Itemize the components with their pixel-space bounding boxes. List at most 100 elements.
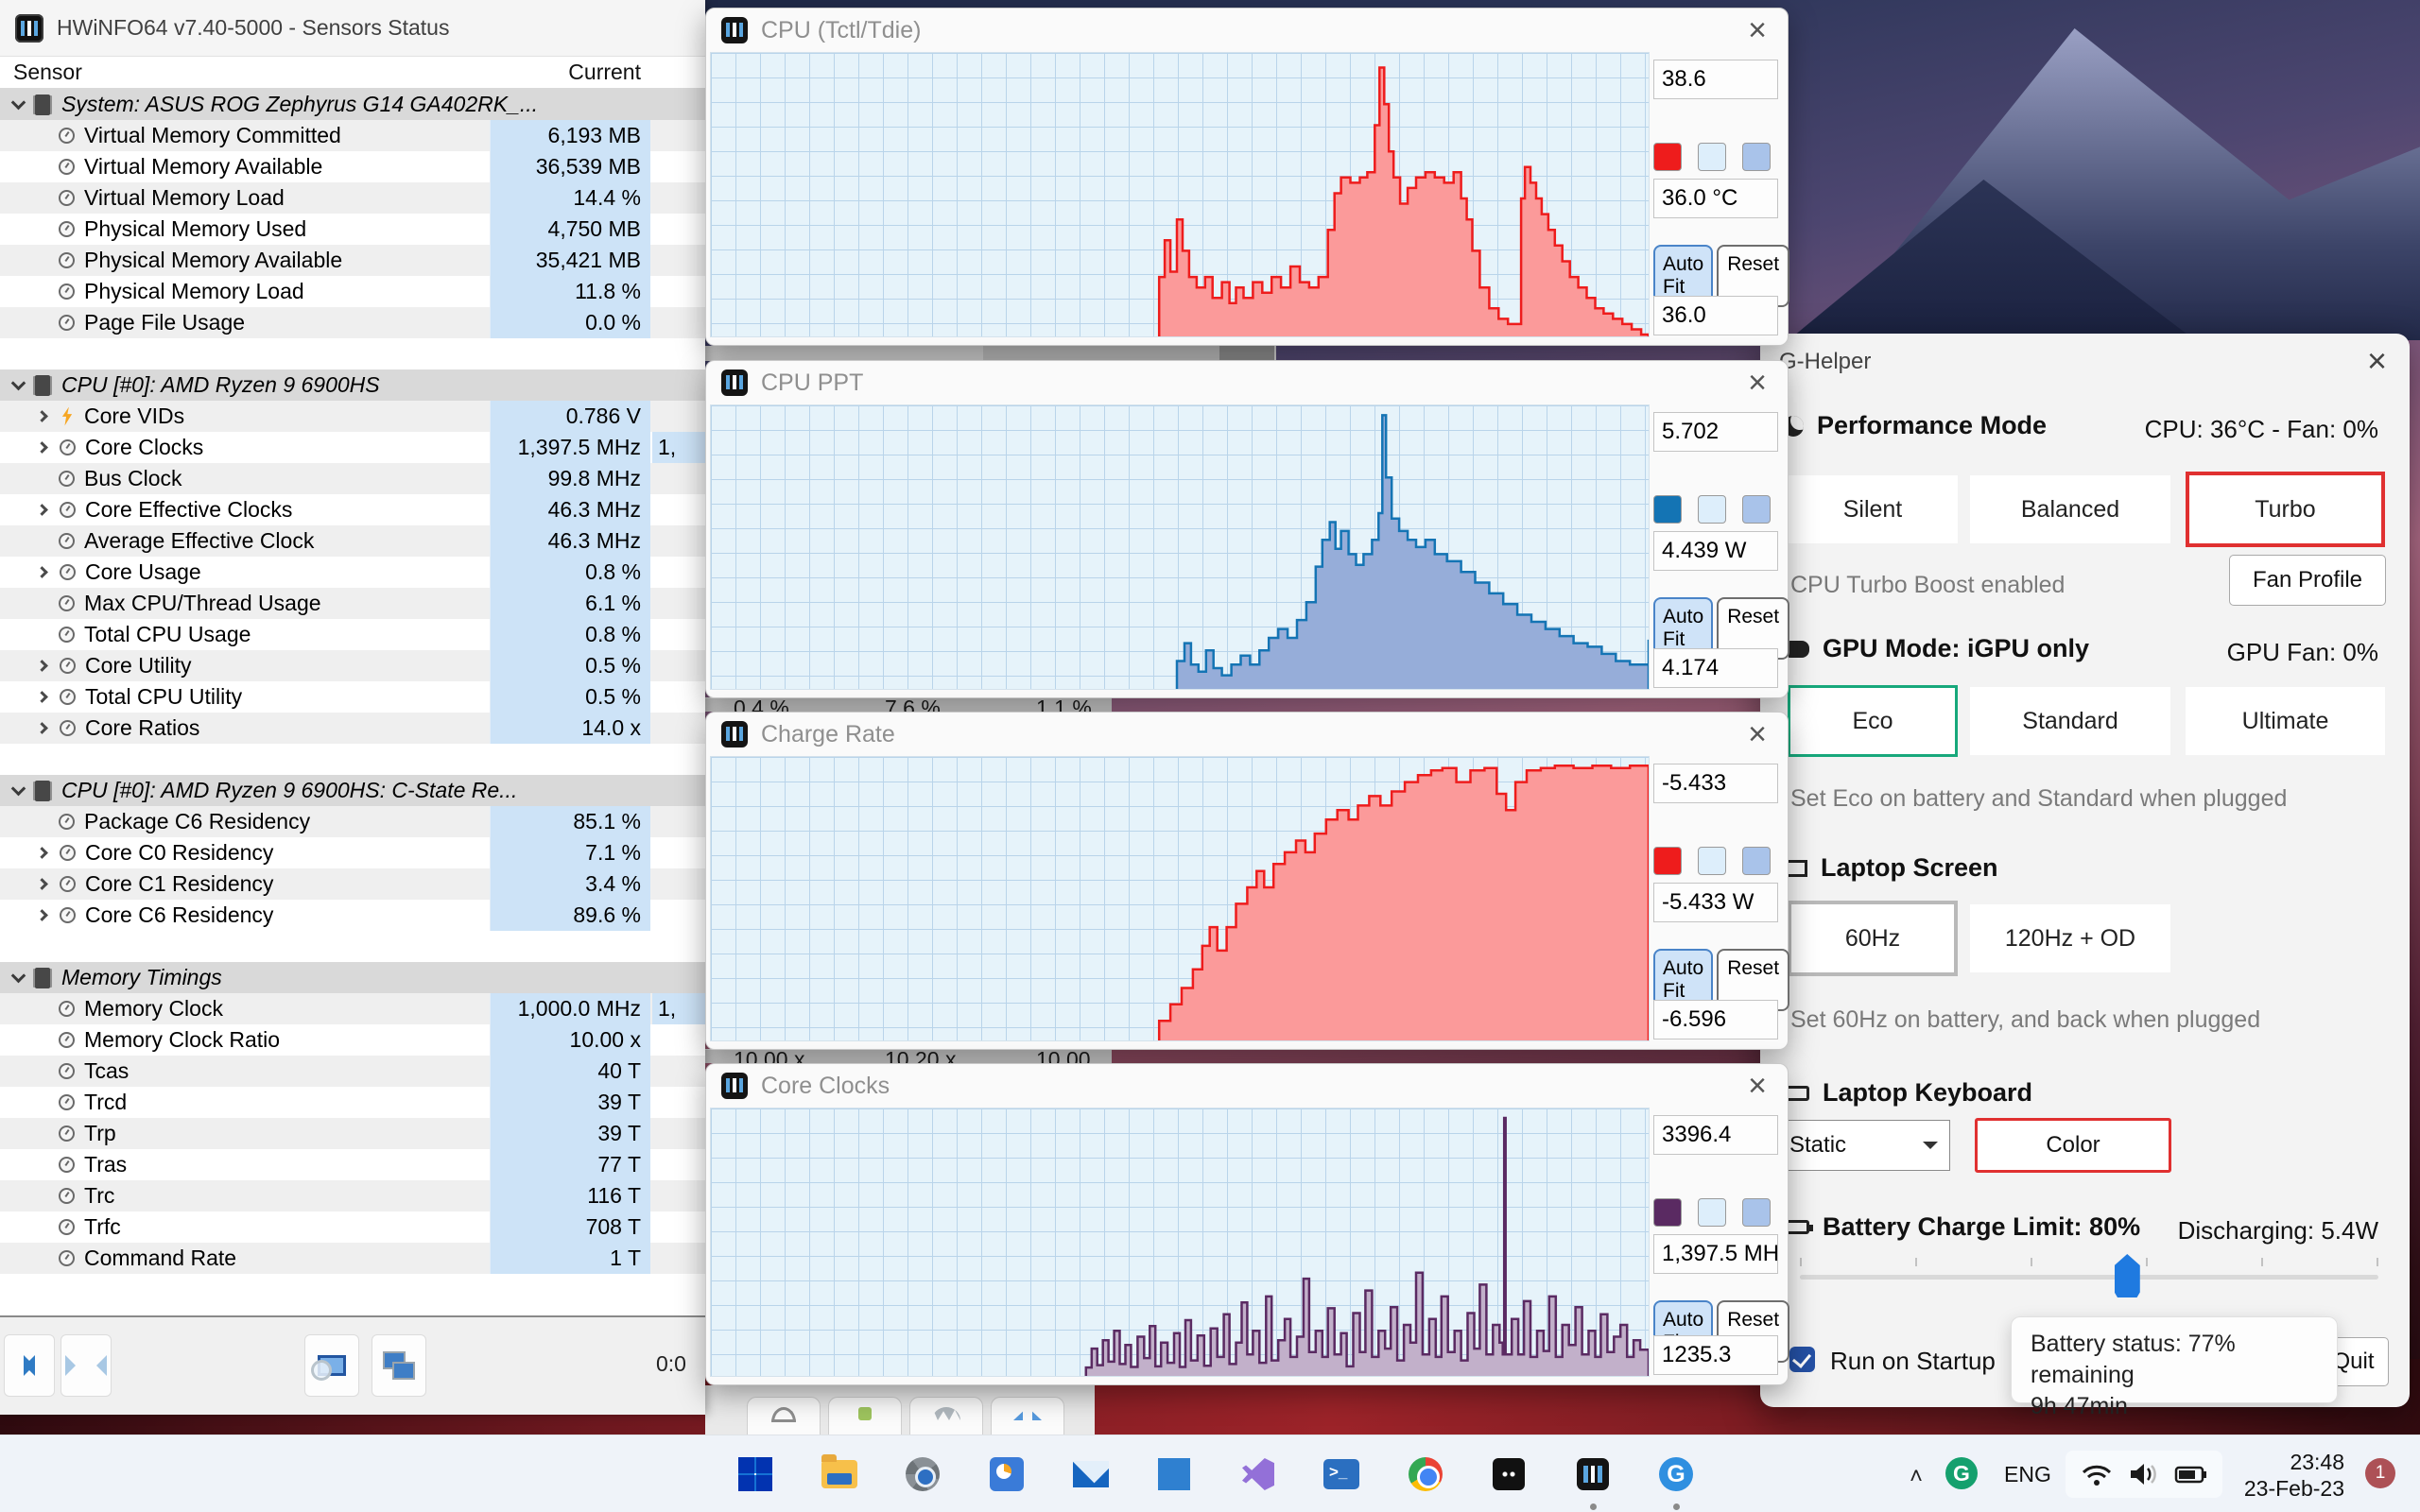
screen-magnifier-button[interactable] [304,1334,359,1397]
table-row[interactable]: Trc 116 T [0,1180,705,1211]
background-color-swatch[interactable] [1698,143,1726,171]
scrollbar-thumb-dark[interactable] [1219,346,1274,361]
expander-icon[interactable] [36,566,48,578]
table-row[interactable]: Command Rate 1 T [0,1243,705,1274]
expander-icon[interactable] [36,722,48,734]
expander-icon[interactable] [36,878,48,890]
close-icon[interactable]: × [2367,341,2387,381]
grid-color-swatch[interactable] [1742,1198,1771,1227]
background-color-swatch[interactable] [1698,495,1726,524]
series-color-swatch[interactable] [1653,1198,1682,1227]
settings-button[interactable] [902,1453,943,1495]
table-row[interactable]: Memory Timings [0,962,705,993]
close-icon[interactable]: × [1748,363,1767,403]
close-icon[interactable]: × [1748,10,1767,50]
close-icon[interactable]: × [1748,714,1767,754]
table-row[interactable]: Core Effective Clocks 46.3 MHz [0,494,705,525]
gpu-ultimate-button[interactable]: Ultimate [2186,687,2385,755]
column-header-sensor[interactable]: Sensor [13,60,82,85]
grammarly-tray-icon[interactable]: G [1945,1457,1978,1489]
table-row[interactable]: Physical Memory Used 4,750 MB [0,214,705,245]
system-tray-pill[interactable] [2066,1451,2222,1498]
table-row[interactable]: Page File Usage 0.0 % [0,307,705,338]
visual-studio-button[interactable] [1237,1453,1279,1495]
hwinfo-taskbar-button[interactable] [1572,1453,1614,1495]
scrollbar-thumb[interactable] [983,346,1219,361]
table-row[interactable]: Virtual Memory Available 36,539 MB [0,151,705,182]
expander-icon[interactable] [10,375,26,391]
expander-icon[interactable] [36,660,48,672]
background-color-swatch[interactable] [1698,847,1726,875]
clock[interactable]: 23:48 23-Feb-23 [2231,1449,2344,1502]
table-row[interactable]: Trfc 708 T [0,1211,705,1243]
expander-icon[interactable] [36,847,48,859]
series-color-swatch[interactable] [1653,847,1682,875]
vscode-button[interactable] [1153,1453,1195,1495]
run-on-startup-checkbox[interactable] [1789,1347,1815,1372]
terminal-app-button[interactable] [1488,1453,1530,1495]
fan-profile-button[interactable]: Fan Profile [2229,555,2386,606]
table-row[interactable] [0,338,705,369]
close-icon[interactable]: × [1748,1066,1767,1106]
table-row[interactable] [0,744,705,775]
expander-icon[interactable] [10,781,26,797]
table-row[interactable]: System: ASUS ROG Zephyrus G14 GA402RK_..… [0,89,705,120]
hwinfo-titlebar[interactable]: HWiNFO64 v7.40-5000 - Sensors Status [0,0,705,57]
file-explorer-button[interactable] [819,1453,860,1495]
gpu-standard-button[interactable]: Standard [1970,687,2170,755]
refresh-60hz-button[interactable]: 60Hz [1788,901,1958,976]
graph-titlebar[interactable]: CPU (Tctl/Tdie) × [706,9,1788,52]
grid-color-swatch[interactable] [1742,495,1771,524]
table-row[interactable]: Total CPU Utility 0.5 % [0,681,705,713]
battery-limit-slider[interactable] [1800,1254,2378,1297]
graph-titlebar[interactable]: Charge Rate × [706,713,1788,756]
chrome-button[interactable] [1405,1453,1446,1495]
mail-button[interactable] [1070,1453,1112,1495]
notification-badge[interactable]: 1 [2365,1458,2395,1488]
table-row[interactable]: Bus Clock 99.8 MHz [0,463,705,494]
table-row[interactable]: Tras 77 T [0,1149,705,1180]
start-button[interactable] [735,1453,776,1495]
language-indicator[interactable]: ENG [2004,1462,2051,1487]
remote-monitoring-button[interactable] [372,1334,426,1397]
background-color-swatch[interactable] [1698,1198,1726,1227]
monitoring-app-button[interactable] [986,1453,1028,1495]
table-row[interactable] [0,931,705,962]
table-row[interactable]: Core Usage 0.8 % [0,557,705,588]
slider-handle[interactable] [2114,1254,2140,1297]
series-color-swatch[interactable] [1653,495,1682,524]
table-row[interactable]: CPU [#0]: AMD Ryzen 9 6900HS: C-State Re… [0,775,705,806]
table-row[interactable]: Trp 39 T [0,1118,705,1149]
balanced-mode-button[interactable]: Balanced [1970,475,2170,543]
table-row[interactable]: Average Effective Clock 46.3 MHz [0,525,705,557]
graph-titlebar[interactable]: CPU PPT × [706,361,1788,404]
series-color-swatch[interactable] [1653,143,1682,171]
expander-icon[interactable] [36,441,48,454]
expander-icon[interactable] [36,691,48,703]
table-row[interactable]: Physical Memory Load 11.8 % [0,276,705,307]
expander-icon[interactable] [36,410,48,422]
table-row[interactable]: Core Clocks 1,397.5 MHz 1, [0,432,705,463]
table-row[interactable]: Physical Memory Available 35,421 MB [0,245,705,276]
table-row[interactable]: Core VIDs 0.786 V [0,401,705,432]
table-row[interactable]: CPU [#0]: AMD Ryzen 9 6900HS [0,369,705,401]
table-row[interactable]: Total CPU Usage 0.8 % [0,619,705,650]
expand-columns-button[interactable] [4,1334,55,1397]
table-row[interactable]: Core C0 Residency 7.1 % [0,837,705,868]
table-row[interactable]: Core C6 Residency 89.6 % [0,900,705,931]
gpu-eco-button[interactable]: Eco [1788,685,1958,757]
table-row[interactable]: Core Ratios 14.0 x [0,713,705,744]
tray-overflow-chevron[interactable]: ˄ [1910,1464,1923,1490]
table-row[interactable]: Memory Clock Ratio 10.00 x [0,1024,705,1056]
grid-color-swatch[interactable] [1742,847,1771,875]
expander-icon[interactable] [36,504,48,516]
silent-mode-button[interactable]: Silent [1788,475,1958,543]
table-row[interactable]: Max CPU/Thread Usage 6.1 % [0,588,705,619]
collapse-columns-button[interactable] [60,1334,112,1397]
table-row[interactable]: Virtual Memory Load 14.4 % [0,182,705,214]
table-row[interactable]: Tcas 40 T [0,1056,705,1087]
grid-color-swatch[interactable] [1742,143,1771,171]
table-row[interactable]: Trcd 39 T [0,1087,705,1118]
refresh-120hz-button[interactable]: 120Hz + OD [1970,904,2170,972]
keyboard-mode-select[interactable]: Static [1775,1120,1950,1171]
